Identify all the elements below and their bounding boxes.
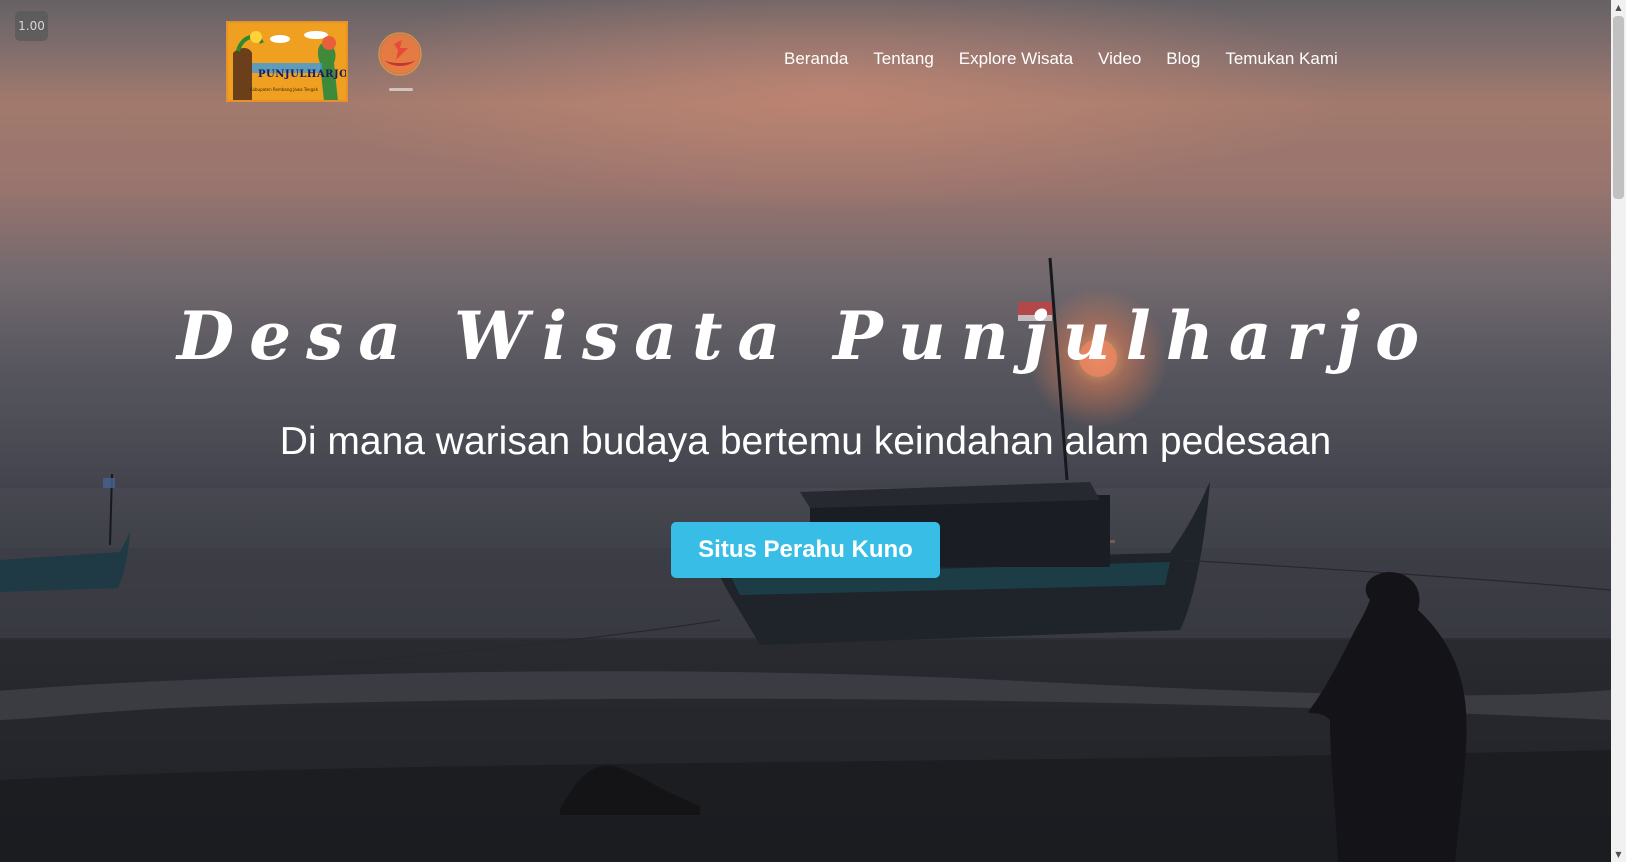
zoom-level-badge: 1.00 [15, 11, 48, 41]
emblem-logo[interactable] [376, 30, 424, 78]
main-navigation: Beranda Tentang Explore Wisata Video Blo… [784, 49, 1338, 69]
scroll-up-arrow-icon[interactable]: ▲ [1611, 0, 1626, 15]
nav-tentang[interactable]: Tentang [873, 49, 934, 69]
scroll-down-arrow-icon[interactable]: ▼ [1611, 847, 1626, 862]
nav-video[interactable]: Video [1098, 49, 1141, 69]
situs-perahu-kuno-button[interactable]: Situs Perahu Kuno [671, 522, 940, 578]
logo-title: PUNJULHARJO [258, 69, 348, 80]
scrollbar-thumb[interactable] [1613, 16, 1624, 199]
active-indicator [389, 88, 413, 91]
nav-beranda[interactable]: Beranda [784, 49, 848, 69]
nav-temukan-kami[interactable]: Temukan Kami [1225, 49, 1337, 69]
hero-subtitle: Di mana warisan budaya bertemu keindahan… [279, 420, 1332, 463]
nav-explore-wisata[interactable]: Explore Wisata [959, 49, 1073, 69]
nav-blog[interactable]: Blog [1166, 49, 1200, 69]
logo-subtitle: Kabupaten Rembang Jawa Tengah [250, 87, 319, 92]
vertical-scrollbar[interactable]: ▲ ▼ [1611, 0, 1626, 862]
hero-title: Desa Wisata Punjulharjo [176, 297, 1435, 375]
site-logo[interactable]: PUNJULHARJO Kabupaten Rembang Jawa Tenga… [226, 21, 348, 102]
